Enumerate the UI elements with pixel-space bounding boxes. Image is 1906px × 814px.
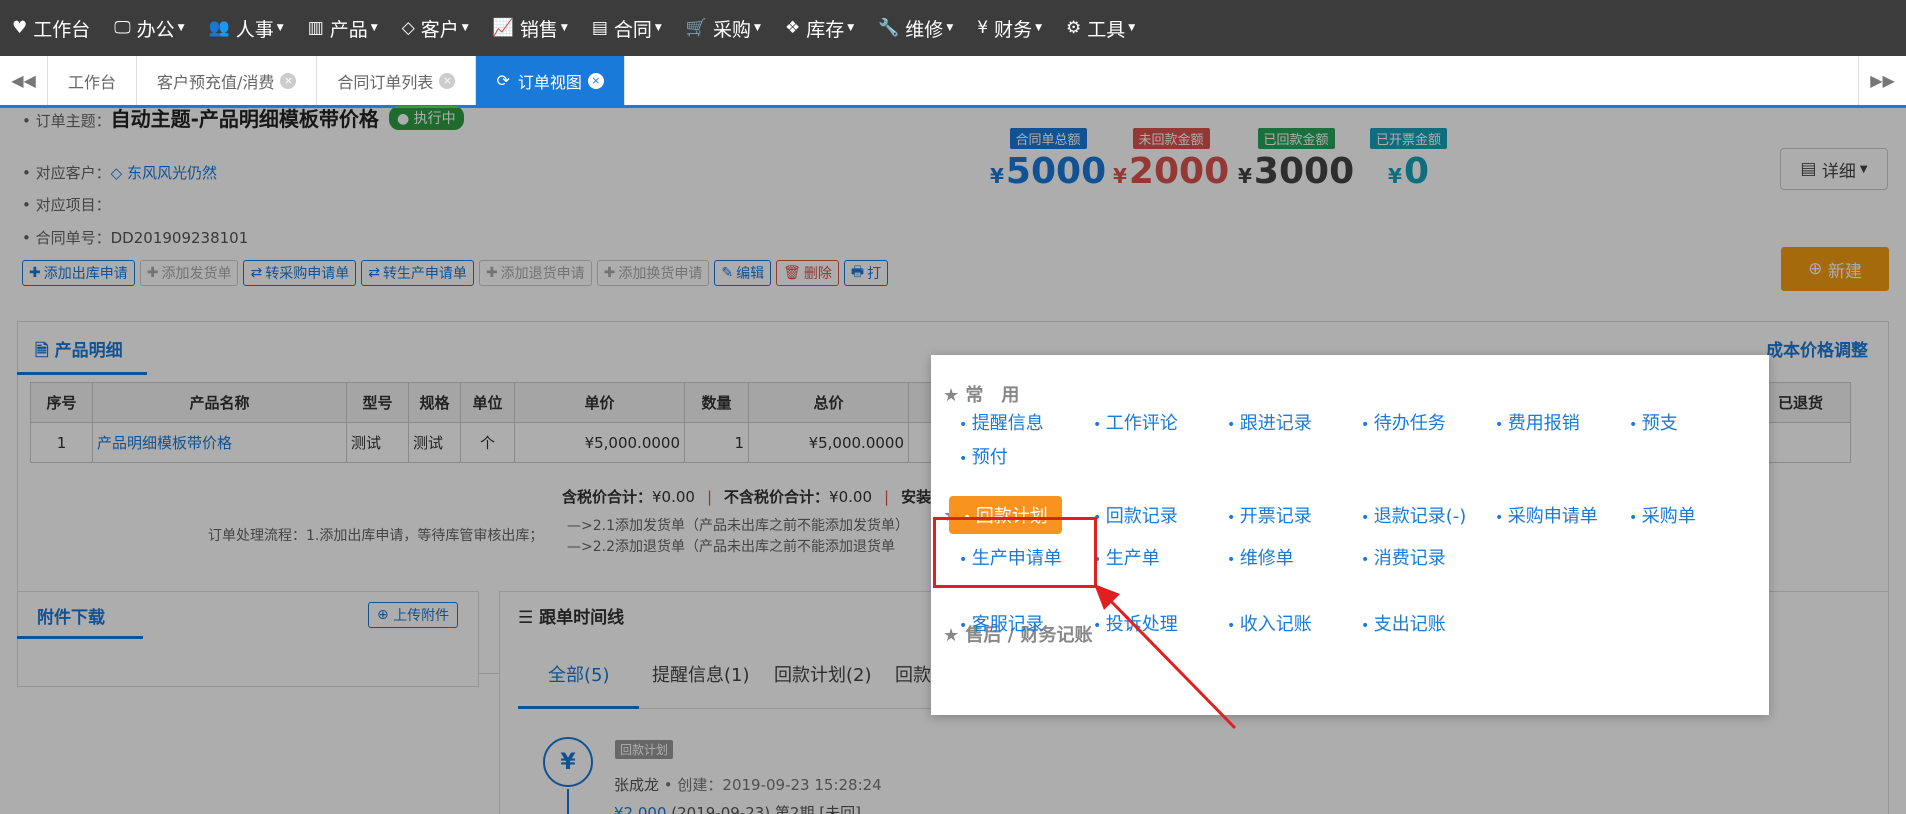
menu-item-row2-0[interactable]: 预付 <box>959 443 1008 469</box>
nav-item-11[interactable]: ⚙ 工具 ▼ <box>1066 15 1135 42</box>
annotation-arrow-icon <box>1094 584 1237 730</box>
close-icon[interactable]: × <box>439 72 456 89</box>
diamond-icon: ◇ <box>401 18 415 38</box>
menu-section-common: ★ 常 用 <box>943 381 1019 407</box>
nav-item-2[interactable]: 👥 人事 ▼ <box>209 15 284 42</box>
menu-item-row1-0[interactable]: 提醒信息 <box>959 409 1044 435</box>
menu-item-row4-3[interactable]: 消费记录 <box>1361 544 1446 570</box>
tab-list: 工作台 客户预充值/消费 × 合同订单列表 × ⟳ 订单视图 × <box>48 56 625 105</box>
menu-item-row5-3[interactable]: 支出记账 <box>1361 610 1446 636</box>
heart-icon: ♥ <box>12 18 28 38</box>
menu-item-row3-5[interactable]: 采购单 <box>1629 502 1696 528</box>
page-body: • 订单主题：自动主题-产品明细模板带价格 ● 执行中 • 对应客户：◇ 东风风光… <box>0 106 1906 814</box>
menu-section-label: 常 用 <box>965 385 1020 406</box>
nav-item-7[interactable]: 🛒 采购 ▼ <box>686 15 761 42</box>
menu-item-row3-3[interactable]: 退款记录(-) <box>1361 502 1467 528</box>
nav-label: 产品 <box>329 18 368 41</box>
menu-item-row3-4[interactable]: 采购申请单 <box>1495 502 1598 528</box>
menu-item-row1-5[interactable]: 预支 <box>1629 409 1678 435</box>
nav-label: 合同 <box>613 18 652 41</box>
tab-bar: ◀◀ 工作台 客户预充值/消费 × 合同订单列表 × ⟳ 订单视图 × ▶▶ <box>0 56 1906 108</box>
nav-item-5[interactable]: 📈 销售 ▼ <box>493 15 568 42</box>
tab-scroll-right-icon[interactable]: ▶▶ <box>1858 56 1906 105</box>
cart-icon: 🛒 <box>685 18 707 38</box>
barcode-icon: ▥ <box>307 18 324 38</box>
menu-item-row3-1[interactable]: 回款记录 <box>1093 502 1178 528</box>
nav-label: 采购 <box>713 18 752 41</box>
users-icon: 👥 <box>208 18 230 38</box>
monitor-icon: 🖵 <box>114 18 131 38</box>
tab-scroll-left-icon[interactable]: ◀◀ <box>0 56 48 105</box>
nav-label: 工作台 <box>33 18 91 41</box>
nav-label: 办公 <box>136 18 175 41</box>
menu-item-row5-0[interactable]: 客服记录 <box>959 610 1044 636</box>
nav-label: 维修 <box>905 18 944 41</box>
nav-label: 库存 <box>806 18 845 41</box>
tab-label: 工作台 <box>68 72 117 92</box>
caret-down-icon: ▼ <box>560 23 568 33</box>
star-icon: ★ <box>943 385 966 406</box>
tab-1[interactable]: 客户预充值/消费 × <box>137 56 318 105</box>
tab-2[interactable]: 合同订单列表 × <box>317 56 477 105</box>
gear-icon: ⚙ <box>1066 18 1082 38</box>
menu-item-row1-2[interactable]: 跟进记录 <box>1227 409 1312 435</box>
highlight-box <box>933 517 1097 588</box>
wrench-icon: 🔧 <box>878 18 900 38</box>
menu-item-row1-4[interactable]: 费用报销 <box>1495 409 1580 435</box>
caret-down-icon: ▼ <box>1128 23 1136 33</box>
refresh-icon[interactable]: ⟳ <box>496 71 509 90</box>
nav-item-4[interactable]: ◇ 客户 ▼ <box>402 15 469 42</box>
caret-down-icon: ▼ <box>276 23 284 33</box>
menu-item-row4-1[interactable]: 生产单 <box>1093 544 1160 570</box>
nav-item-9[interactable]: 🔧 维修 ▼ <box>878 15 953 42</box>
nav-item-0[interactable]: ♥ 工作台 <box>12 15 90 42</box>
chart-line-icon: 📈 <box>492 18 514 38</box>
nav-label: 工具 <box>1087 18 1126 41</box>
caret-down-icon: ▼ <box>847 23 855 33</box>
nav-label: 客户 <box>420 18 459 41</box>
tab-label: 客户预充值/消费 <box>157 72 275 92</box>
close-icon[interactable]: × <box>280 72 297 89</box>
menu-item-row1-3[interactable]: 待办任务 <box>1361 409 1446 435</box>
nav-label: 财务 <box>994 18 1033 41</box>
menu-item-row4-2[interactable]: 维修单 <box>1227 544 1294 570</box>
yen-icon: ¥ <box>977 18 989 38</box>
caret-down-icon: ▼ <box>370 23 378 33</box>
nav-item-3[interactable]: ▥ 产品 ▼ <box>308 15 378 42</box>
menu-item-row3-2[interactable]: 开票记录 <box>1227 502 1312 528</box>
caret-down-icon: ▼ <box>946 23 954 33</box>
nav-item-8[interactable]: ❖ 库存 ▼ <box>785 15 854 42</box>
caret-down-icon: ▼ <box>461 23 469 33</box>
contract-icon: ▤ <box>591 18 608 38</box>
close-icon[interactable]: × <box>587 72 604 89</box>
caret-down-icon: ▼ <box>654 23 662 33</box>
nav-item-6[interactable]: ▤ 合同 ▼ <box>592 15 662 42</box>
tab-label: 订单视图 <box>517 72 582 92</box>
cubes-icon: ❖ <box>784 18 801 38</box>
nav-label: 销售 <box>519 18 558 41</box>
menu-item-row1-1[interactable]: 工作评论 <box>1093 409 1178 435</box>
caret-down-icon: ▼ <box>177 23 185 33</box>
nav-item-1[interactable]: 🖵 办公 ▼ <box>114 15 184 42</box>
top-nav: ♥ 工作台 🖵 办公 ▼ 👥 人事 ▼ ▥ 产品 ▼ ◇ 客户 ▼ 📈 销售 ▼ ▤ 合同 ▼ 🛒 采购 ▼ ❖ 库存 ▼ 🔧 维修 ▼… <box>0 0 1906 56</box>
caret-down-icon: ▼ <box>754 23 761 33</box>
nav-label: 人事 <box>235 18 274 41</box>
tab-label: 合同订单列表 <box>337 72 434 92</box>
tab-3[interactable]: ⟳ 订单视图 × <box>476 56 625 105</box>
tab-0[interactable]: 工作台 <box>48 56 138 105</box>
caret-down-icon: ▼ <box>1035 23 1042 33</box>
nav-item-10[interactable]: ¥ 财务 ▼ <box>977 15 1042 42</box>
